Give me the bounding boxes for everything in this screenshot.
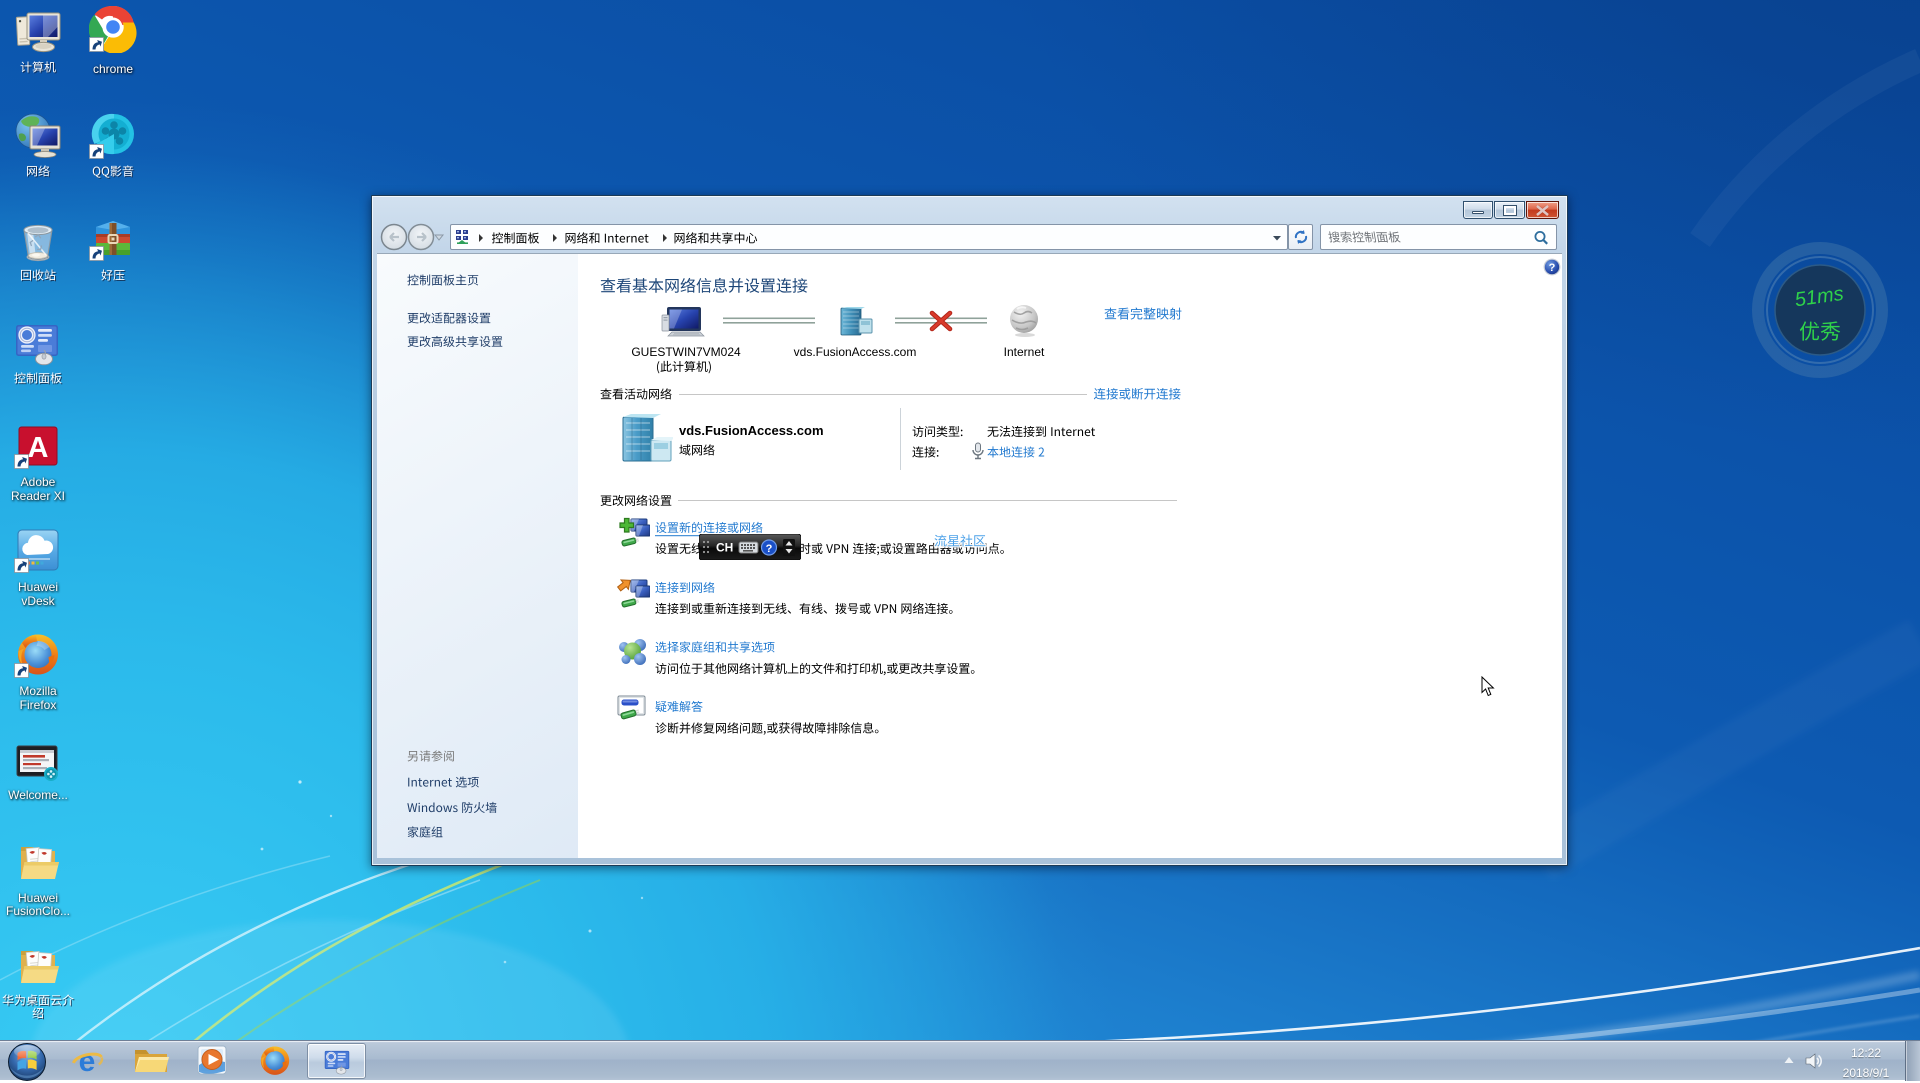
svg-text:A: A: [28, 432, 49, 464]
svg-text:?: ?: [1549, 262, 1556, 274]
svg-text:e: e: [79, 1045, 96, 1078]
svg-text:?: ?: [766, 543, 773, 555]
svg-text:CH: CH: [716, 541, 733, 555]
